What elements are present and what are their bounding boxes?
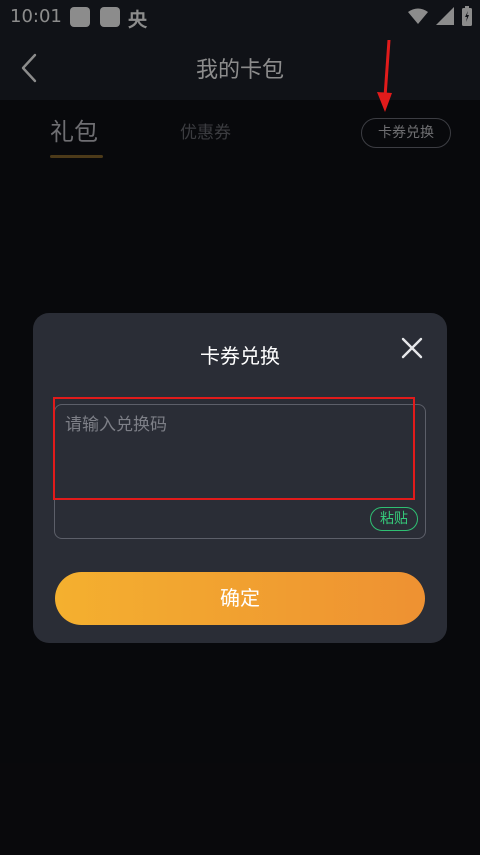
close-icon [401, 337, 423, 359]
close-button[interactable] [399, 335, 425, 361]
annotation-arrow-icon [377, 40, 392, 112]
paste-button[interactable]: 粘贴 [370, 507, 418, 531]
dialog-title: 卡券兑换 [200, 344, 280, 368]
redeem-code-input[interactable] [63, 411, 419, 511]
confirm-button[interactable]: 确定 [55, 572, 425, 625]
redeem-dialog: 卡券兑换 粘贴 确定 [33, 313, 447, 643]
redeem-code-box: 粘贴 [54, 404, 426, 539]
